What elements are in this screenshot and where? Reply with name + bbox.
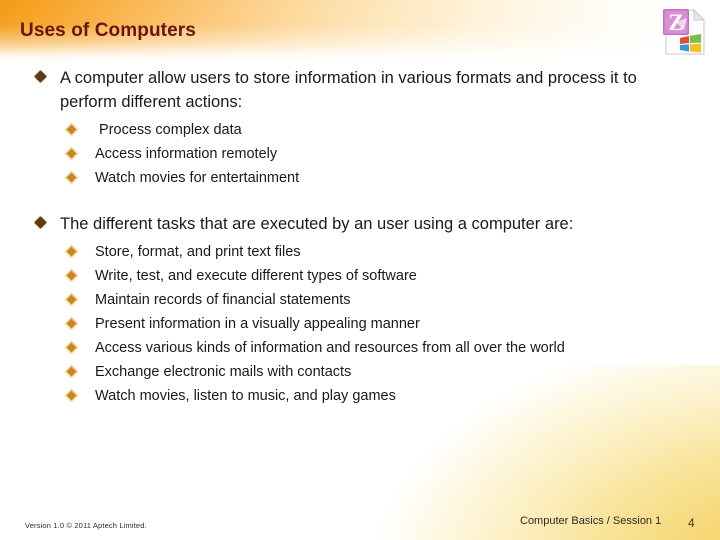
slide-body: A computer allow users to store informat… (0, 66, 720, 408)
sub-bullet-text: Access information remotely (95, 146, 278, 162)
sub-bullet-text: Maintain records of financial statements (95, 292, 351, 308)
sub-bullet-text: Process complex data (95, 122, 242, 138)
sub-bullet-list: Process complex data Access information … (0, 118, 720, 190)
sub-bullet-item: Exchange electronic mails with contacts (0, 360, 720, 384)
bullet-item: The different tasks that are executed by… (0, 212, 720, 236)
sub-bullet-text: Store, format, and print text files (95, 244, 301, 260)
diamond-sub-bullet-icon (66, 390, 77, 401)
slide: Uses of Computers Z A computer allow use… (0, 0, 720, 540)
sub-bullet-item: Process complex data (0, 118, 720, 142)
diamond-sub-bullet-icon (66, 366, 77, 377)
footer-version: Version 1.0 © 2011 Aptech Limited. (25, 521, 147, 530)
diamond-sub-bullet-icon (66, 148, 77, 159)
diamond-sub-bullet-icon (66, 270, 77, 281)
diamond-sub-bullet-icon (66, 342, 77, 353)
sub-bullet-list: Store, format, and print text files Writ… (0, 240, 720, 408)
sub-bullet-item: Access various kinds of information and … (0, 336, 720, 360)
sub-bullet-item: Store, format, and print text files (0, 240, 720, 264)
diamond-sub-bullet-icon (66, 172, 77, 183)
diamond-bullet-icon (34, 70, 47, 83)
diamond-sub-bullet-icon (66, 246, 77, 257)
sub-bullet-item: Write, test, and execute different types… (0, 264, 720, 288)
footer-course-label: Computer Basics / Session 1 (520, 515, 662, 527)
page-title: Uses of Computers (20, 20, 196, 41)
sub-bullet-item: Watch movies, listen to music, and play … (0, 384, 720, 408)
sub-bullet-item: Access information remotely (0, 142, 720, 166)
zip-file-icon: Z (654, 4, 712, 62)
sub-bullet-text: Access various kinds of information and … (95, 340, 565, 356)
diamond-sub-bullet-icon (66, 124, 77, 135)
sub-bullet-text: Watch movies for entertainment (95, 170, 300, 186)
sub-bullet-item: Maintain records of financial statements (0, 288, 720, 312)
bullet-item: A computer allow users to store informat… (0, 66, 720, 114)
sub-bullet-text: Watch movies, listen to music, and play … (95, 388, 396, 404)
sub-bullet-item: Present information in a visually appeal… (0, 312, 720, 336)
sub-bullet-text: Write, test, and execute different types… (95, 268, 417, 284)
sub-bullet-item: Watch movies for entertainment (0, 166, 720, 190)
slide-number: 4 (688, 516, 695, 530)
bullet-text: The different tasks that are executed by… (60, 215, 574, 233)
diamond-bullet-icon (34, 216, 47, 229)
diamond-sub-bullet-icon (66, 318, 77, 329)
diamond-sub-bullet-icon (66, 294, 77, 305)
sub-bullet-text: Exchange electronic mails with contacts (95, 364, 352, 380)
bullet-text: A computer allow users to store informat… (60, 69, 637, 111)
sub-bullet-text: Present information in a visually appeal… (95, 316, 420, 332)
